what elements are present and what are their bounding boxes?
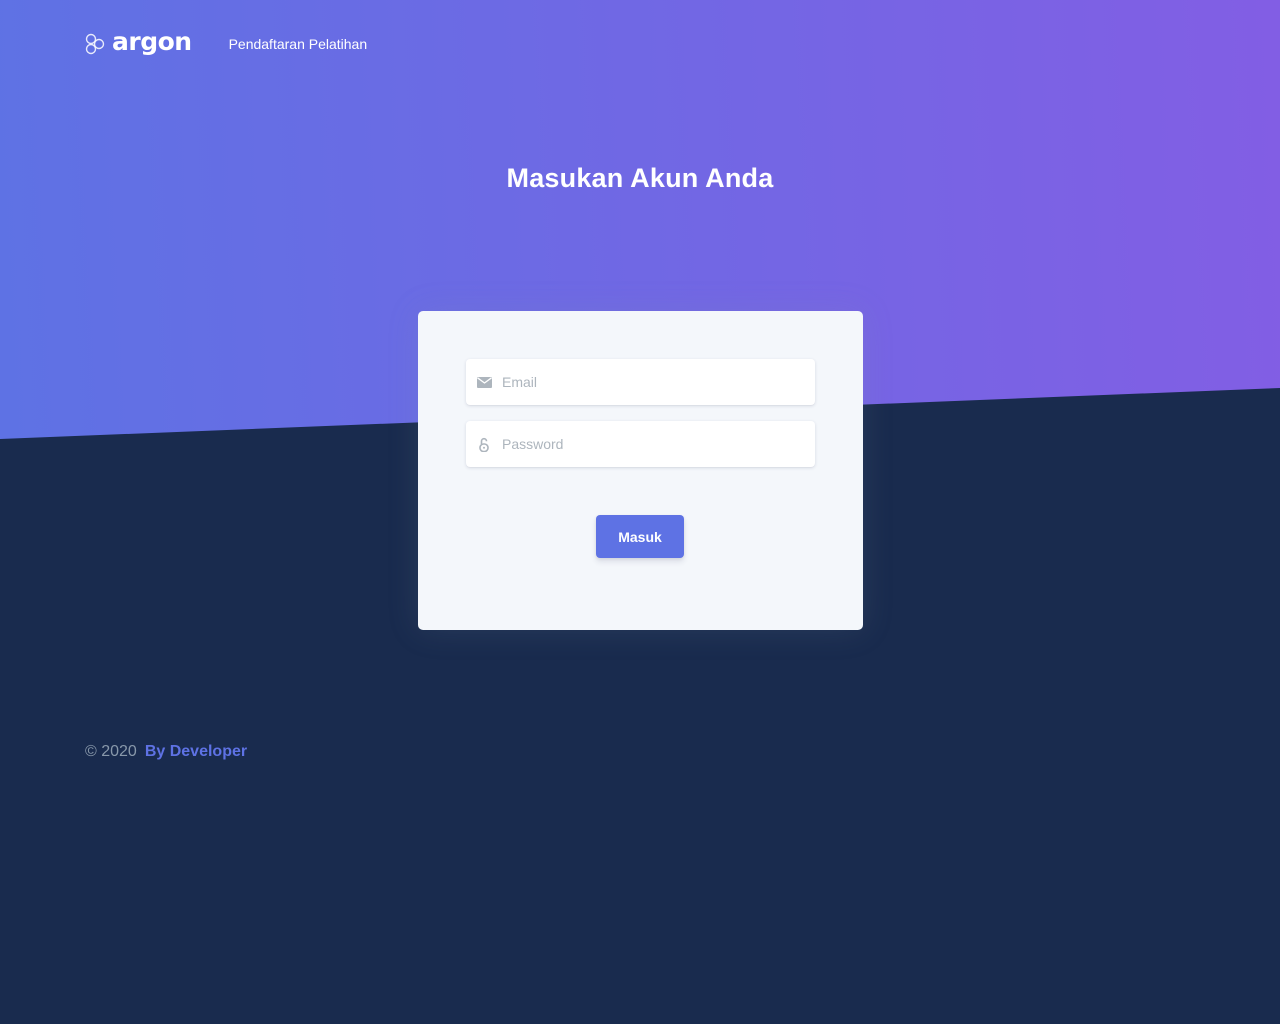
footer-copyright: © 2020 (85, 743, 137, 760)
brand-name: argon (112, 27, 192, 56)
page-title: Masukan Akun Anda (506, 163, 774, 193)
password-input-group (466, 421, 815, 467)
lock-icon (476, 436, 492, 452)
login-page: argon Pendaftaran Pelatihan Masukan Akun… (0, 0, 1280, 1024)
brand-logo-link[interactable]: argon (85, 27, 192, 58)
email-input-group (466, 359, 815, 405)
login-card: Masuk (418, 311, 863, 630)
envelope-icon (476, 374, 492, 390)
nav-link-pendaftaran-pelatihan[interactable]: Pendaftaran Pelatihan (229, 36, 368, 52)
footer-developer-link[interactable]: By Developer (145, 743, 247, 761)
footer: © 2020 By Developer (85, 743, 247, 761)
navbar: argon Pendaftaran Pelatihan (85, 27, 368, 58)
email-field[interactable] (502, 362, 802, 402)
login-submit-button[interactable]: Masuk (596, 515, 684, 558)
argon-logo-icon (85, 33, 105, 55)
password-field[interactable] (502, 424, 802, 464)
